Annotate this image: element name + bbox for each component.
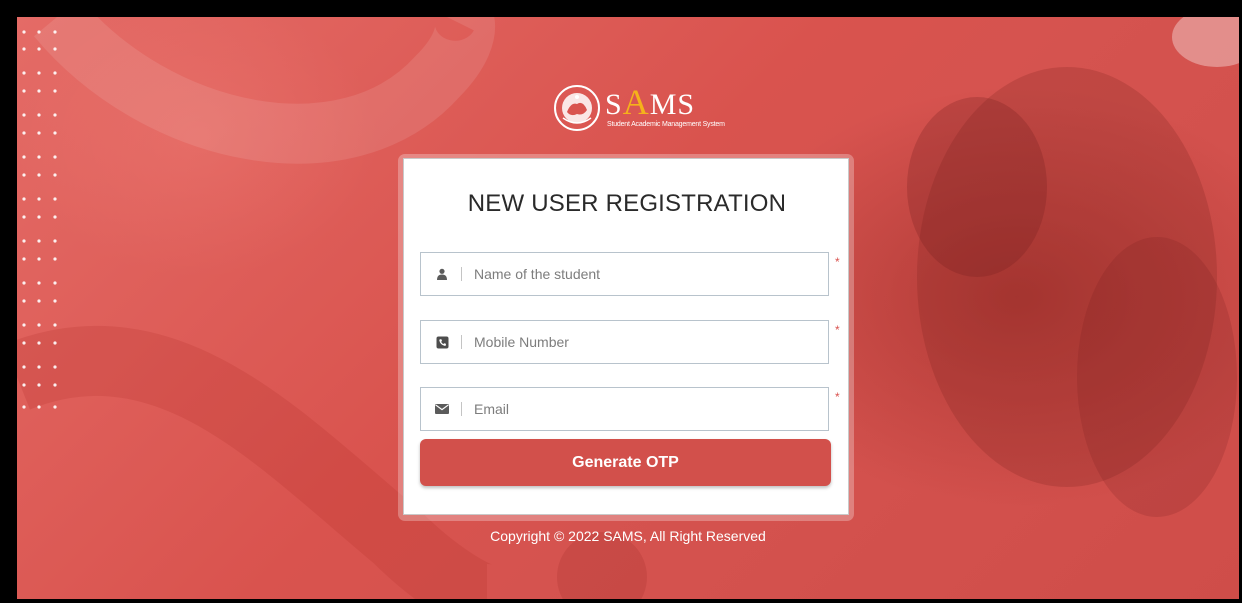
mobile-number-field[interactable] (420, 320, 829, 364)
email-field[interactable] (420, 387, 829, 431)
email-input[interactable] (472, 400, 828, 418)
student-name-field[interactable] (420, 252, 829, 296)
generate-otp-button[interactable]: Generate OTP (420, 439, 831, 486)
government-seal-icon (554, 85, 600, 131)
required-marker: * (835, 390, 840, 404)
brand-subtitle: Student Academic Management System (607, 121, 725, 128)
page-background: SAMS Student Academic Management System … (17, 17, 1239, 599)
field-divider (461, 335, 462, 349)
field-divider (461, 402, 462, 416)
registration-card: NEW USER REGISTRATION * * * Generate OT (403, 158, 849, 515)
brand-logo: SAMS Student Academic Management System (553, 80, 725, 136)
envelope-icon (425, 404, 459, 414)
copyright-footer: Copyright © 2022 SAMS, All Right Reserve… (490, 528, 766, 544)
form-title: NEW USER REGISTRATION (467, 190, 787, 217)
mobile-number-input[interactable] (472, 333, 828, 351)
field-divider (461, 267, 462, 281)
student-name-input[interactable] (472, 265, 828, 283)
required-marker: * (835, 323, 840, 337)
phone-icon (425, 336, 459, 349)
user-icon (425, 268, 459, 280)
dot-pattern (22, 30, 57, 409)
brand-name: SAMS (605, 82, 696, 122)
required-marker: * (835, 255, 840, 269)
